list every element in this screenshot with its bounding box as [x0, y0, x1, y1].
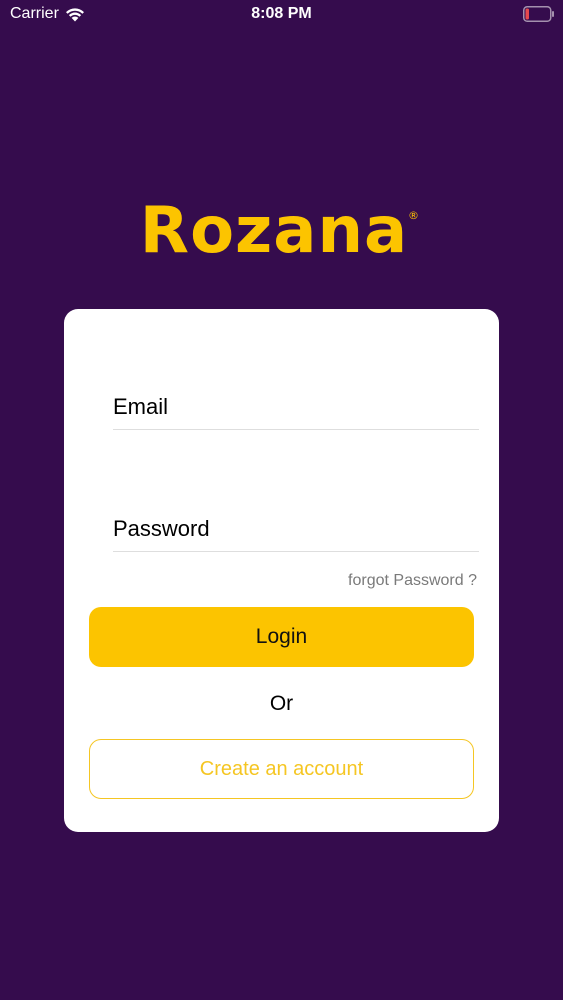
forgot-password-link[interactable]: forgot Password ?: [348, 572, 477, 590]
logo-text: Rozana: [139, 194, 407, 268]
password-field-wrapper: [113, 507, 479, 552]
or-divider-text: Or: [269, 692, 294, 715]
rozana-logo-icon: Rozana ®: [139, 194, 419, 268]
login-card: forgot Password ? Login Or Create an acc…: [64, 309, 499, 832]
password-field[interactable]: [113, 507, 479, 551]
email-field-wrapper: [113, 385, 479, 430]
login-button[interactable]: Login: [89, 607, 474, 667]
create-account-button[interactable]: Create an account: [89, 739, 474, 799]
logo-registered-mark: ®: [408, 209, 419, 222]
battery-low-icon: [523, 6, 554, 22]
brand-logo: Rozana ®: [0, 187, 563, 287]
status-time: 8:08 PM: [251, 5, 312, 22]
email-field[interactable]: [113, 385, 479, 429]
status-bar: Carrier 8:08 PM: [0, 0, 563, 30]
